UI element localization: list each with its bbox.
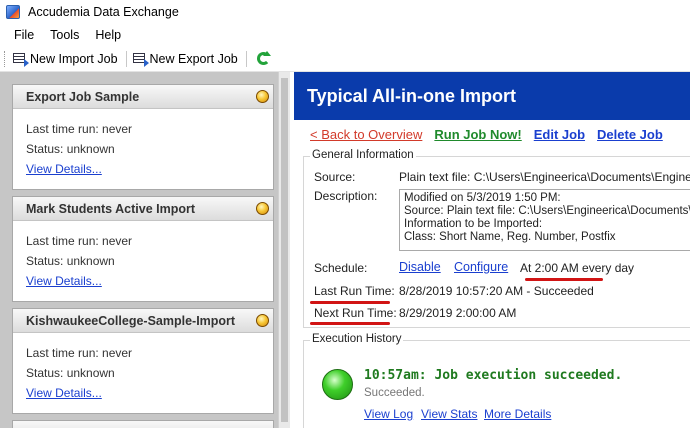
annotation-underline [310, 322, 390, 325]
schedule-label: Schedule: [314, 261, 368, 275]
annotation-underline [310, 301, 390, 304]
description-line: Modified on 5/3/2019 1:50 PM: [404, 192, 561, 204]
job-card-header[interactable] [13, 421, 273, 428]
job-status: Status: unknown [26, 254, 115, 268]
execution-message: 10:57am: Job execution succeeded. [364, 368, 623, 383]
description-line: Source: Plain text file: C:\Users\Engine… [404, 205, 690, 217]
success-status-icon [322, 369, 353, 400]
annotation-underline [525, 278, 603, 281]
execution-history-group: Execution History 10:57am: Job execution… [303, 333, 690, 428]
schedule-configure-link[interactable]: Configure [454, 260, 508, 274]
toolbar: New Import Job New Export Job [0, 46, 690, 72]
toolbar-separator [125, 50, 127, 67]
new-export-job-label: New Export Job [149, 51, 238, 66]
description-line: Information to be Imported: [404, 218, 543, 230]
menu-help[interactable]: Help [88, 28, 128, 42]
job-card-header[interactable]: KishwaukeeCollege-Sample-Import [13, 309, 273, 333]
menu-tools[interactable]: Tools [43, 28, 86, 42]
general-information-label: General Information [310, 149, 416, 161]
new-export-job-button[interactable]: New Export Job [132, 51, 238, 67]
job-detail-header: Typical All-in-one Import [294, 72, 690, 120]
toolbar-separator [245, 50, 247, 67]
job-card-header[interactable]: Mark Students Active Import [13, 197, 273, 221]
source-label: Source: [314, 170, 356, 184]
job-status: Status: unknown [26, 142, 115, 156]
job-card: KishwaukeeCollege-Sample-Import Last tim… [12, 308, 274, 414]
job-list: Export Job Sample Last time run: never S… [0, 72, 278, 428]
description-line: Class: Short Name, Reg. Number, Postfix [404, 231, 616, 243]
job-card-title: Mark Students Active Import [26, 201, 196, 216]
job-actions: < Back to Overview Run Job Now! Edit Job… [310, 127, 675, 142]
run-job-now-link[interactable]: Run Job Now! [434, 127, 521, 142]
description-label: Description: [314, 189, 378, 203]
title-bar: Accudemia Data Exchange [0, 0, 690, 24]
description-textbox[interactable]: Modified on 5/3/2019 1:50 PM: Source: Pl… [399, 189, 690, 251]
scrollbar-thumb[interactable] [281, 78, 288, 422]
new-import-job-button[interactable]: New Import Job [13, 51, 118, 67]
window-title: Accudemia Data Exchange [28, 5, 179, 19]
next-run-value: 8/29/2019 2:00:00 AM [399, 306, 517, 320]
export-job-icon [132, 52, 149, 67]
source-value: Plain text file: C:\Users\Engineerica\Do… [399, 170, 690, 184]
toolbar-grip [4, 50, 7, 67]
job-card-body: Last time run: never Status: unknown Vie… [13, 333, 273, 413]
view-log-link[interactable]: View Log [364, 407, 413, 421]
view-details-link[interactable]: View Details... [26, 274, 102, 288]
next-run-label: Next Run Time: [314, 306, 397, 320]
job-card: Mark Students Active Import Last time ru… [12, 196, 274, 302]
refresh-icon[interactable] [256, 51, 271, 65]
status-indicator-icon [256, 90, 269, 103]
new-import-job-label: New Import Job [30, 51, 118, 66]
execution-history-label: Execution History [310, 333, 404, 345]
job-detail-panel: Typical All-in-one Import < Back to Over… [294, 72, 690, 428]
delete-job-link[interactable]: Delete Job [597, 127, 663, 142]
last-run-label: Last Run Time: [314, 284, 395, 298]
job-last-run: Last time run: never [26, 122, 133, 136]
job-detail-title: Typical All-in-one Import [307, 85, 517, 106]
more-details-link[interactable]: More Details [484, 407, 551, 421]
job-status: Status: unknown [26, 366, 115, 380]
view-stats-link[interactable]: View Stats [421, 407, 477, 421]
view-details-link[interactable]: View Details... [26, 386, 102, 400]
status-indicator-icon [256, 314, 269, 327]
job-card-header[interactable]: Export Job Sample [13, 85, 273, 109]
last-run-value: 8/28/2019 10:57:20 AM - Succeeded [399, 284, 594, 298]
job-card-title: KishwaukeeCollege-Sample-Import [26, 313, 236, 328]
job-card: Export Job Sample Last time run: never S… [12, 84, 274, 190]
app-logo-icon [6, 5, 20, 19]
job-card-body: Last time run: never Status: unknown Vie… [13, 221, 273, 301]
menu-bar: File Tools Help [0, 24, 690, 46]
status-indicator-icon [256, 202, 269, 215]
job-card-title: Export Job Sample [26, 89, 140, 104]
job-card-body: Last time run: never Status: unknown Vie… [13, 109, 273, 189]
job-last-run: Last time run: never [26, 346, 133, 360]
edit-job-link[interactable]: Edit Job [534, 127, 585, 142]
execution-result: Succeeded. [364, 387, 425, 399]
job-list-scrollbar[interactable] [278, 72, 290, 428]
schedule-text: At 2:00 AM every day [520, 261, 635, 275]
general-information-group: General Information Source: Plain text f… [303, 149, 690, 328]
view-details-link[interactable]: View Details... [26, 162, 102, 176]
job-list-panel: Export Job Sample Last time run: never S… [0, 72, 290, 428]
job-last-run: Last time run: never [26, 234, 133, 248]
schedule-disable-link[interactable]: Disable [399, 260, 441, 274]
back-to-overview-link[interactable]: < Back to Overview [310, 127, 422, 142]
import-job-icon [13, 52, 29, 67]
menu-file[interactable]: File [7, 28, 41, 42]
job-card [12, 420, 274, 428]
